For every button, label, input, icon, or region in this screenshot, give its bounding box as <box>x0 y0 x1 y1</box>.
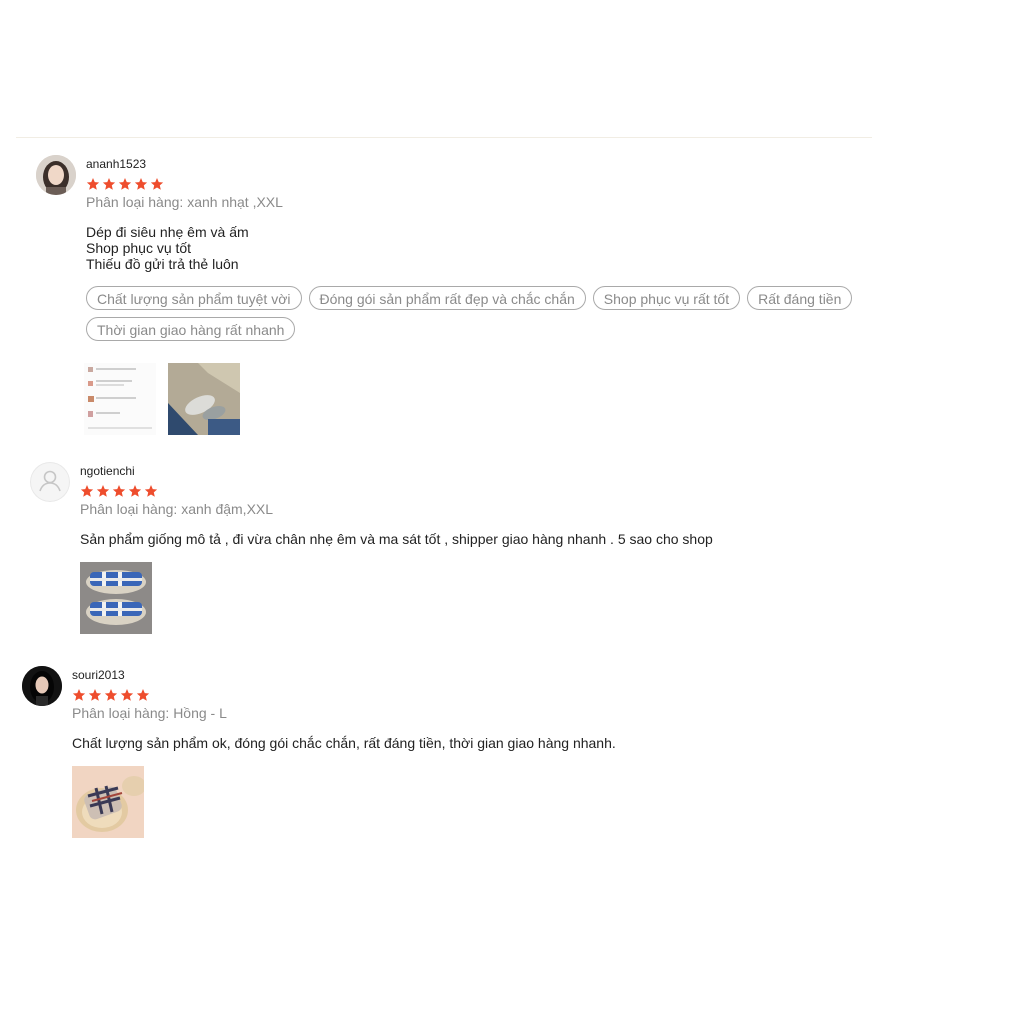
avatar[interactable] <box>22 666 62 706</box>
review-tag: Đóng gói sản phẩm rất đẹp và chắc chắn <box>308 286 586 310</box>
review-comment-line: Sản phẩm giống mô tả , đi vừa chân nhẹ ê… <box>80 531 713 547</box>
review-comment-line: Thiếu đồ gửi trả thẻ luôn <box>86 256 239 272</box>
reviewer-username[interactable]: ngotienchi <box>80 464 135 478</box>
review-tag: Thời gian giao hàng rất nhanh <box>86 317 296 341</box>
review-comment-line: Chất lượng sản phẩm ok, đóng gói chắc ch… <box>72 735 616 751</box>
review-comment-line: Shop phục vụ tốt <box>86 240 192 256</box>
star-icon <box>104 689 118 701</box>
rating-stars <box>80 484 158 498</box>
variant-label: Phân loại hàng: xanh nhạt ,XXL <box>86 194 283 210</box>
star-icon <box>118 178 132 190</box>
reviewer-username[interactable]: souri2013 <box>72 668 125 682</box>
review-image-beige-slippers[interactable] <box>72 766 144 838</box>
star-icon <box>128 485 142 497</box>
review-image-plaid-slippers[interactable] <box>80 562 152 634</box>
star-icon <box>96 485 110 497</box>
star-icon <box>134 178 148 190</box>
default-avatar-icon[interactable] <box>30 462 70 502</box>
star-icon <box>144 485 158 497</box>
star-icon <box>120 689 134 701</box>
reviewer-username[interactable]: ananh1523 <box>86 157 146 171</box>
rating-stars <box>86 177 164 191</box>
review-tag: Rất đáng tiền <box>747 286 853 310</box>
star-icon <box>112 485 126 497</box>
review-tags: Chất lượng sản phẩm tuyệt vời Đóng gói s… <box>86 286 886 341</box>
review-image-chat-screenshot[interactable] <box>84 363 156 435</box>
avatar[interactable] <box>36 155 76 195</box>
variant-label: Phân loại hàng: xanh đậm,XXL <box>80 501 274 517</box>
review-image-slippers-on-feet[interactable] <box>168 363 240 435</box>
review-item: ngotienchi Phân loại hàng: xanh đậm,XXL … <box>30 462 870 642</box>
star-icon <box>102 178 116 190</box>
review-comment-line: Dép đi siêu nhẹ êm và ấm <box>86 224 249 240</box>
review-tag: Shop phục vụ rất tốt <box>592 286 741 310</box>
review-item: ananh1523 Phân loại hàng: xanh nhạt ,XXL… <box>36 155 876 445</box>
rating-stars <box>72 688 150 702</box>
star-icon <box>80 485 94 497</box>
review-tag: Chất lượng sản phẩm tuyệt vời <box>86 286 302 310</box>
review-item: souri2013 Phân loại hàng: Hồng - L Chất … <box>22 666 862 846</box>
variant-label: Phân loại hàng: Hồng - L <box>72 705 227 721</box>
star-icon <box>86 178 100 190</box>
top-divider <box>16 137 872 138</box>
star-icon <box>136 689 150 701</box>
star-icon <box>88 689 102 701</box>
star-icon <box>150 178 164 190</box>
star-icon <box>72 689 86 701</box>
